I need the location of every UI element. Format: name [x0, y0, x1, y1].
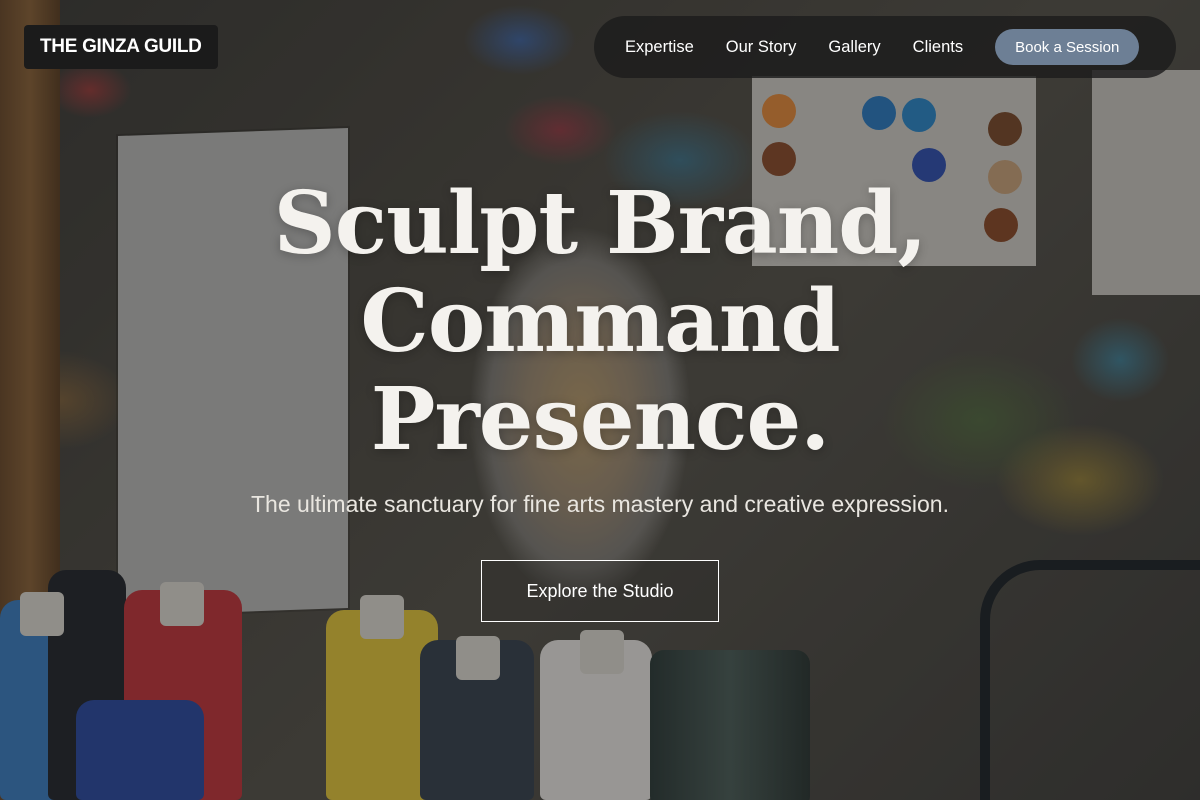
explore-studio-button[interactable]: Explore the Studio: [481, 560, 719, 622]
headline-line: Command: [360, 271, 840, 372]
main-nav: Expertise Our Story Gallery Clients Book…: [594, 16, 1176, 78]
nav-link-gallery[interactable]: Gallery: [828, 38, 880, 57]
hero-section: Sculpt Brand, Command Presence. The ulti…: [0, 175, 1200, 622]
headline-line: Sculpt Brand,: [273, 173, 928, 274]
nav-link-expertise[interactable]: Expertise: [625, 38, 694, 57]
brand-logo[interactable]: THE GINZA GUILD: [24, 25, 218, 69]
hero-subtitle: The ultimate sanctuary for fine arts mas…: [251, 491, 949, 517]
nav-link-clients[interactable]: Clients: [913, 38, 963, 57]
nav-link-our-story[interactable]: Our Story: [726, 38, 797, 57]
book-session-button[interactable]: Book a Session: [995, 29, 1140, 65]
hero-headline: Sculpt Brand, Command Presence.: [273, 173, 928, 470]
brand-name: THE GINZA GUILD: [40, 36, 202, 57]
headline-line: Presence.: [370, 369, 830, 470]
